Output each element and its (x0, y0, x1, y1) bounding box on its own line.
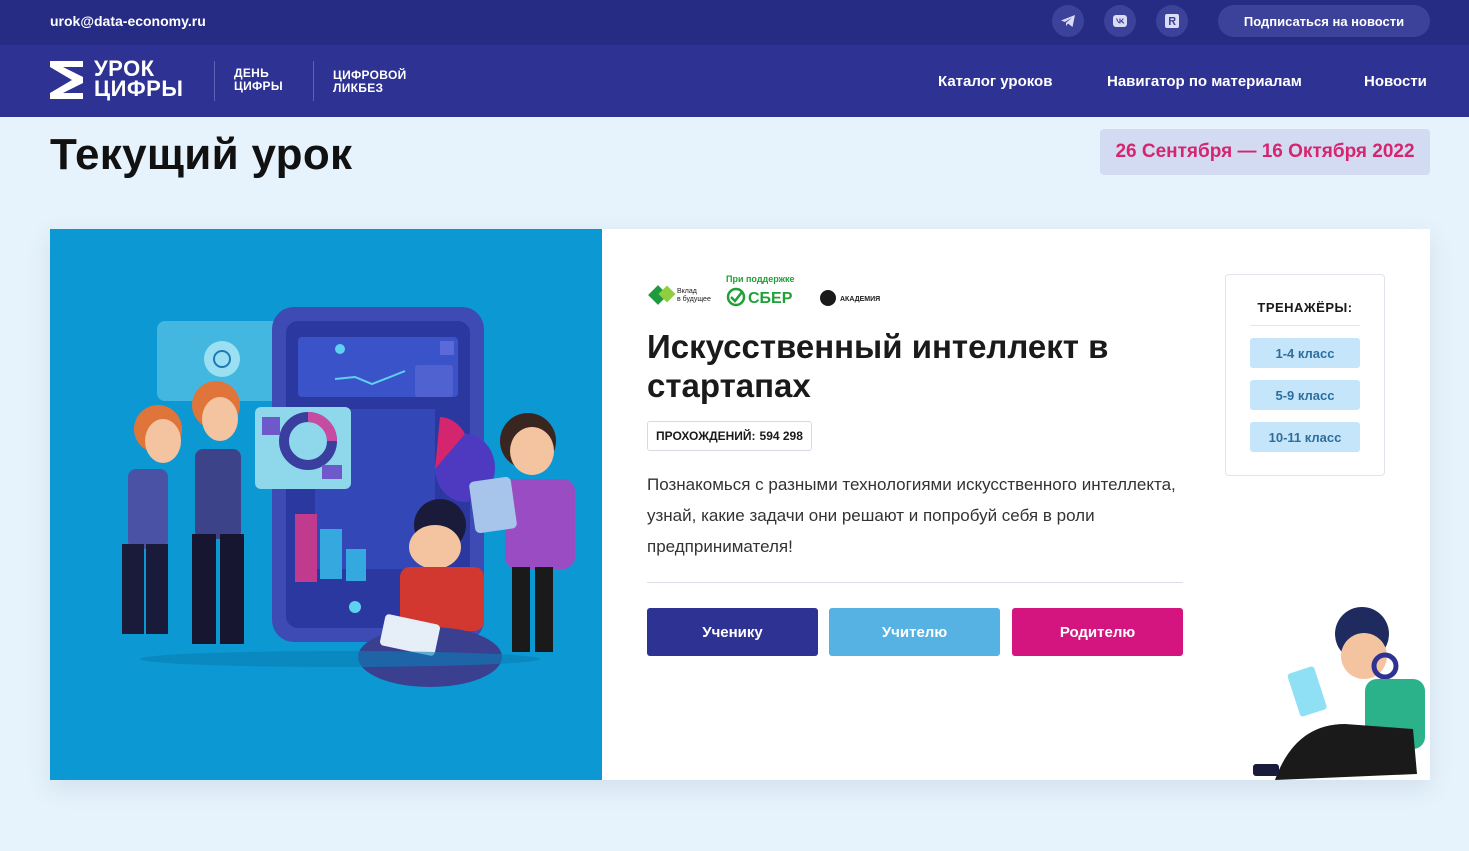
den-cifry-link[interactable]: ДЕНЬ ЦИФРЫ (234, 67, 283, 93)
completions-badge: ПРОХОЖДЕНИЙ: 594 298 (647, 421, 812, 451)
teacher-button[interactable]: Учителю (829, 608, 1000, 656)
divider (647, 582, 1183, 583)
completions-value: 594 298 (759, 429, 803, 443)
cifrovoy-likbez-link[interactable]: ЦИФРОВОЙ ЛИКБЕЗ (333, 69, 407, 95)
trainer-grade-5-9-button[interactable]: 5-9 класс (1250, 380, 1360, 410)
lesson-card: Вклад в будущее При поддержке СБЕР АКАДЕ… (50, 229, 1430, 780)
den-cifry-line-2: ЦИФРЫ (234, 79, 283, 93)
kids-with-tablet-illustration (122, 307, 575, 687)
trainer-grade-10-11-button[interactable]: 10-11 класс (1250, 422, 1360, 452)
subscribe-button[interactable]: Подписаться на новости (1218, 5, 1430, 37)
logo-line-2: ЦИФРЫ (94, 76, 184, 101)
vk-icon[interactable] (1104, 5, 1136, 37)
lesson-dates: 26 Сентября — 16 Октября 2022 (1100, 129, 1430, 175)
trainers-title: ТРЕНАЖЁРЫ: (1257, 300, 1353, 315)
completions-label: ПРОХОЖДЕНИЙ: (656, 429, 756, 443)
main-nav: УРОК ЦИФРЫ ДЕНЬ ЦИФРЫ ЦИФРОВОЙ ЛИКБЕЗ Ка… (0, 45, 1469, 117)
rutube-icon[interactable] (1156, 5, 1188, 37)
lesson-description: Познакомься с разными технологиями искус… (647, 475, 1176, 556)
student-button[interactable]: Ученику (647, 608, 818, 656)
sber-logo: СБЕР (748, 290, 793, 307)
vklad-line-2: в будущее (677, 295, 711, 303)
page-title: Текущий урок (50, 130, 353, 179)
academy-logo: АКАДЕМИЯ (840, 296, 880, 303)
trainer-grade-1-4-button[interactable]: 1-4 класс (1250, 338, 1360, 368)
top-bar: urok@data-economy.ru Подписаться на ново… (0, 0, 1469, 45)
partner-logos-graphic: Вклад в будущее При поддержке СБЕР АКАДЕ… (648, 274, 880, 307)
nav-news-link[interactable]: Новости (1364, 73, 1427, 90)
logo-divider (214, 61, 215, 101)
lesson-title: Искусственный интеллект в стартапах (647, 328, 1109, 404)
nav-navigator-link[interactable]: Навигатор по материалам (1107, 73, 1302, 90)
parent-button[interactable]: Родителю (1012, 608, 1183, 656)
trainers-panel: ТРЕНАЖЁРЫ: 1-4 класс 5-9 класс 10-11 кла… (1225, 274, 1385, 476)
logo-text[interactable]: УРОК ЦИФРЫ (94, 58, 184, 101)
boy-with-laptop-illustration (1253, 607, 1425, 780)
trainers-divider (1250, 325, 1360, 326)
support-label: При поддержке (726, 274, 795, 284)
logo-divider (313, 61, 314, 101)
vklad-line-1: Вклад (677, 288, 697, 295)
partner-logos: Вклад в будущее При поддержке СБЕР АКАДЕ… (647, 273, 887, 313)
logo-icon[interactable] (50, 61, 83, 99)
contact-email-link[interactable]: urok@data-economy.ru (50, 13, 206, 29)
likbez-line-2: ЛИКБЕЗ (333, 81, 384, 95)
lesson-illustration (50, 229, 602, 780)
nav-catalog-link[interactable]: Каталог уроков (938, 73, 1052, 90)
telegram-icon[interactable] (1052, 5, 1084, 37)
